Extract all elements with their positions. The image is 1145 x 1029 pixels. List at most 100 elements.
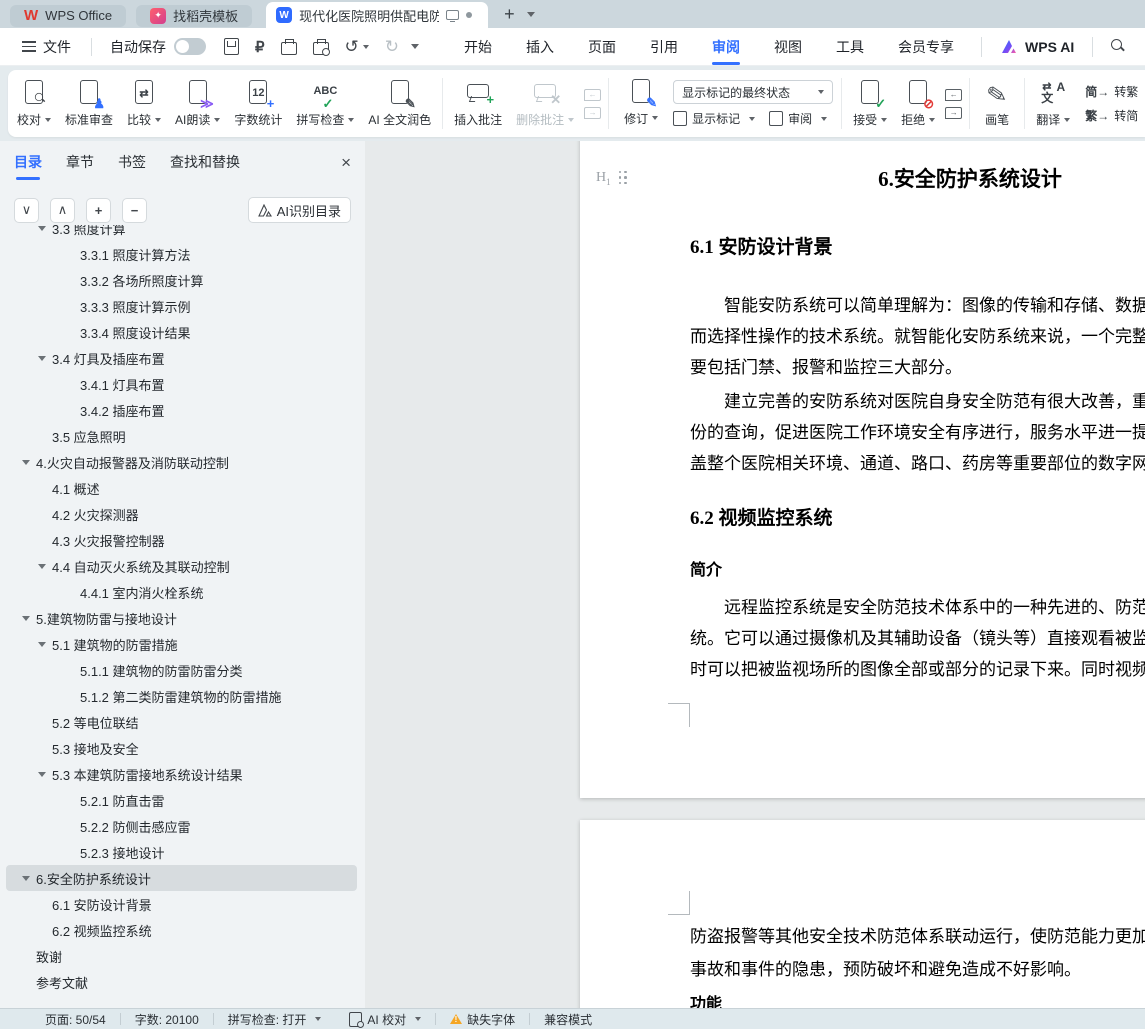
- expand-arrow-icon[interactable]: [22, 954, 36, 959]
- print-button[interactable]: [273, 39, 305, 55]
- outline-item[interactable]: 3.5 应急照明: [6, 423, 357, 449]
- compatibility-mode-indicator[interactable]: 兼容模式: [530, 1011, 606, 1028]
- zoom-in-outline-button[interactable]: +: [86, 198, 111, 223]
- redo-button[interactable]: ↻: [377, 37, 407, 57]
- next-change-icon[interactable]: →: [945, 107, 962, 119]
- sidebar-tab[interactable]: 查找和替换: [170, 152, 240, 180]
- outline-item[interactable]: 参考文献: [6, 969, 357, 995]
- menu-item[interactable]: 引用: [633, 29, 695, 65]
- outline-item[interactable]: 6.安全防护系统设计: [6, 865, 357, 891]
- spell-check-button[interactable]: ABC✓ 拼写检查: [289, 74, 361, 133]
- outline-item[interactable]: 3.3 照度计算: [6, 225, 357, 241]
- document-page-2[interactable]: 防盗报警等其他安全技术防范体系联动运行，使防范能力更加强事故和事件的隐患，预防破…: [580, 820, 1145, 1008]
- expand-arrow-icon[interactable]: [66, 824, 80, 829]
- expand-arrow-icon[interactable]: [38, 772, 52, 777]
- outline-item[interactable]: 4.2 火灾探测器: [6, 501, 357, 527]
- outline-item[interactable]: 3.4 灯具及插座布置: [6, 345, 357, 371]
- accept-button[interactable]: ✓ 接受: [846, 74, 894, 133]
- quickbar-more-chevron-icon[interactable]: [411, 44, 419, 49]
- outline-item[interactable]: 致谢: [6, 943, 357, 969]
- outline-item[interactable]: 6.2 视频监控系统: [6, 917, 357, 943]
- outline-item[interactable]: 4.火灾自动报警器及消防联动控制: [6, 449, 357, 475]
- menu-item[interactable]: 插入: [509, 29, 571, 65]
- expand-arrow-icon[interactable]: [66, 304, 80, 309]
- sidebar-tab[interactable]: 目录: [14, 152, 42, 180]
- expand-all-button[interactable]: ∧: [50, 198, 75, 223]
- outline-item[interactable]: 5.1.2 第二类防雷建筑物的防雷措施: [6, 683, 357, 709]
- menu-item[interactable]: 审阅: [695, 29, 757, 65]
- expand-arrow-icon[interactable]: [38, 356, 52, 361]
- file-menu[interactable]: 文件: [43, 37, 71, 57]
- search-button[interactable]: [1103, 39, 1134, 54]
- reject-button[interactable]: ⊘ 拒绝: [894, 74, 942, 133]
- undo-button[interactable]: ↺: [337, 37, 377, 57]
- ai-polish-button[interactable]: ✎ AI 全文润色: [361, 74, 438, 133]
- outline-item[interactable]: 3.4.1 灯具布置: [6, 371, 357, 397]
- tab-current-document[interactable]: W 现代化医院照明供配电防雷及: [266, 2, 488, 28]
- expand-arrow-icon[interactable]: [38, 434, 52, 439]
- autosave-toggle[interactable]: [174, 38, 206, 55]
- ai-proofread-status[interactable]: AI 校对: [335, 1011, 435, 1028]
- outline-item[interactable]: 5.2.1 防直击雷: [6, 787, 357, 813]
- expand-arrow-icon[interactable]: [66, 408, 80, 413]
- outline-item[interactable]: 3.3.3 照度计算示例: [6, 293, 357, 319]
- outline-item[interactable]: 5.3 接地及安全: [6, 735, 357, 761]
- expand-arrow-icon[interactable]: [38, 642, 52, 647]
- previous-change-icon[interactable]: ←: [945, 89, 962, 101]
- outline-item[interactable]: 5.3 本建筑防雷接地系统设计结果: [6, 761, 357, 787]
- expand-arrow-icon[interactable]: [22, 876, 36, 881]
- compare-button[interactable]: ⇄ 比较: [120, 74, 168, 133]
- word-count-indicator[interactable]: 字数: 20100: [121, 1011, 213, 1028]
- ai-recognize-toc-button[interactable]: AI识别目录: [248, 197, 351, 223]
- next-comment-icon[interactable]: →: [584, 107, 601, 119]
- missing-font-warning[interactable]: 缺失字体: [436, 1011, 529, 1028]
- expand-arrow-icon[interactable]: [38, 226, 52, 231]
- expand-arrow-icon[interactable]: [66, 590, 80, 595]
- document-page-1[interactable]: H1 6.安全防护系统设计 6.1 安防设计背景 智能安防系统可以简单理解为：图…: [580, 141, 1145, 798]
- proofread-button[interactable]: 校对: [10, 74, 58, 133]
- outline-item[interactable]: 5.2.3 接地设计: [6, 839, 357, 865]
- new-tab-button[interactable]: +: [504, 5, 515, 23]
- tab-docer-templates[interactable]: ✦ 找稻壳模板: [136, 5, 252, 27]
- save-button[interactable]: [216, 38, 247, 55]
- outline-item[interactable]: 5.建筑物防雷与接地设计: [6, 605, 357, 631]
- wps-ai-button[interactable]: WPS AI: [1000, 39, 1074, 55]
- expand-arrow-icon[interactable]: [66, 850, 80, 855]
- ink-pen-button[interactable]: ✎ 画笔: [974, 74, 1020, 133]
- ai-read-aloud-button[interactable]: ≫ AI朗读: [168, 74, 227, 133]
- outline-item[interactable]: 5.2.2 防侧击感应雷: [6, 813, 357, 839]
- page-indicator[interactable]: 页面: 50/54: [45, 1011, 120, 1028]
- expand-arrow-icon[interactable]: [22, 980, 36, 985]
- expand-arrow-icon[interactable]: [66, 278, 80, 283]
- sidebar-tab[interactable]: 章节: [66, 152, 94, 180]
- outline-item[interactable]: 5.2 等电位联结: [6, 709, 357, 735]
- outline-item[interactable]: 4.3 火灾报警控制器: [6, 527, 357, 553]
- menu-item[interactable]: 会员专享: [881, 29, 971, 65]
- outline-item[interactable]: 3.3.2 各场所照度计算: [6, 267, 357, 293]
- outline-item[interactable]: 5.1 建筑物的防雷措施: [6, 631, 357, 657]
- expand-arrow-icon[interactable]: [66, 382, 80, 387]
- menu-item[interactable]: 页面: [571, 29, 633, 65]
- autosave-control[interactable]: 自动保存: [110, 37, 206, 57]
- menu-item[interactable]: 开始: [447, 29, 509, 65]
- tab-list-chevron-icon[interactable]: [527, 12, 535, 17]
- outline-item[interactable]: 6.1 安防设计背景: [6, 891, 357, 917]
- expand-arrow-icon[interactable]: [38, 928, 52, 933]
- expand-arrow-icon[interactable]: [38, 486, 52, 491]
- sidebar-tab[interactable]: 书签: [118, 152, 146, 180]
- collapse-all-button[interactable]: ∨: [14, 198, 39, 223]
- hamburger-menu-icon[interactable]: [22, 41, 36, 52]
- outline-item[interactable]: 4.4 自动灭火系统及其联动控制: [6, 553, 357, 579]
- expand-arrow-icon[interactable]: [38, 902, 52, 907]
- expand-arrow-icon[interactable]: [38, 746, 52, 751]
- expand-arrow-icon[interactable]: [66, 694, 80, 699]
- outline-item[interactable]: 3.4.2 插座布置: [6, 397, 357, 423]
- sidebar-close-icon[interactable]: ×: [341, 153, 351, 179]
- menu-item[interactable]: 工具: [819, 29, 881, 65]
- delete-comment-button[interactable]: ✕ 删除批注: [509, 74, 581, 133]
- zoom-out-outline-button[interactable]: −: [122, 198, 147, 223]
- export-pdf-button[interactable]: ₽: [247, 38, 273, 56]
- standard-review-button[interactable]: ♟ 标准审查: [58, 74, 120, 133]
- expand-arrow-icon[interactable]: [66, 330, 80, 335]
- expand-arrow-icon[interactable]: [66, 252, 80, 257]
